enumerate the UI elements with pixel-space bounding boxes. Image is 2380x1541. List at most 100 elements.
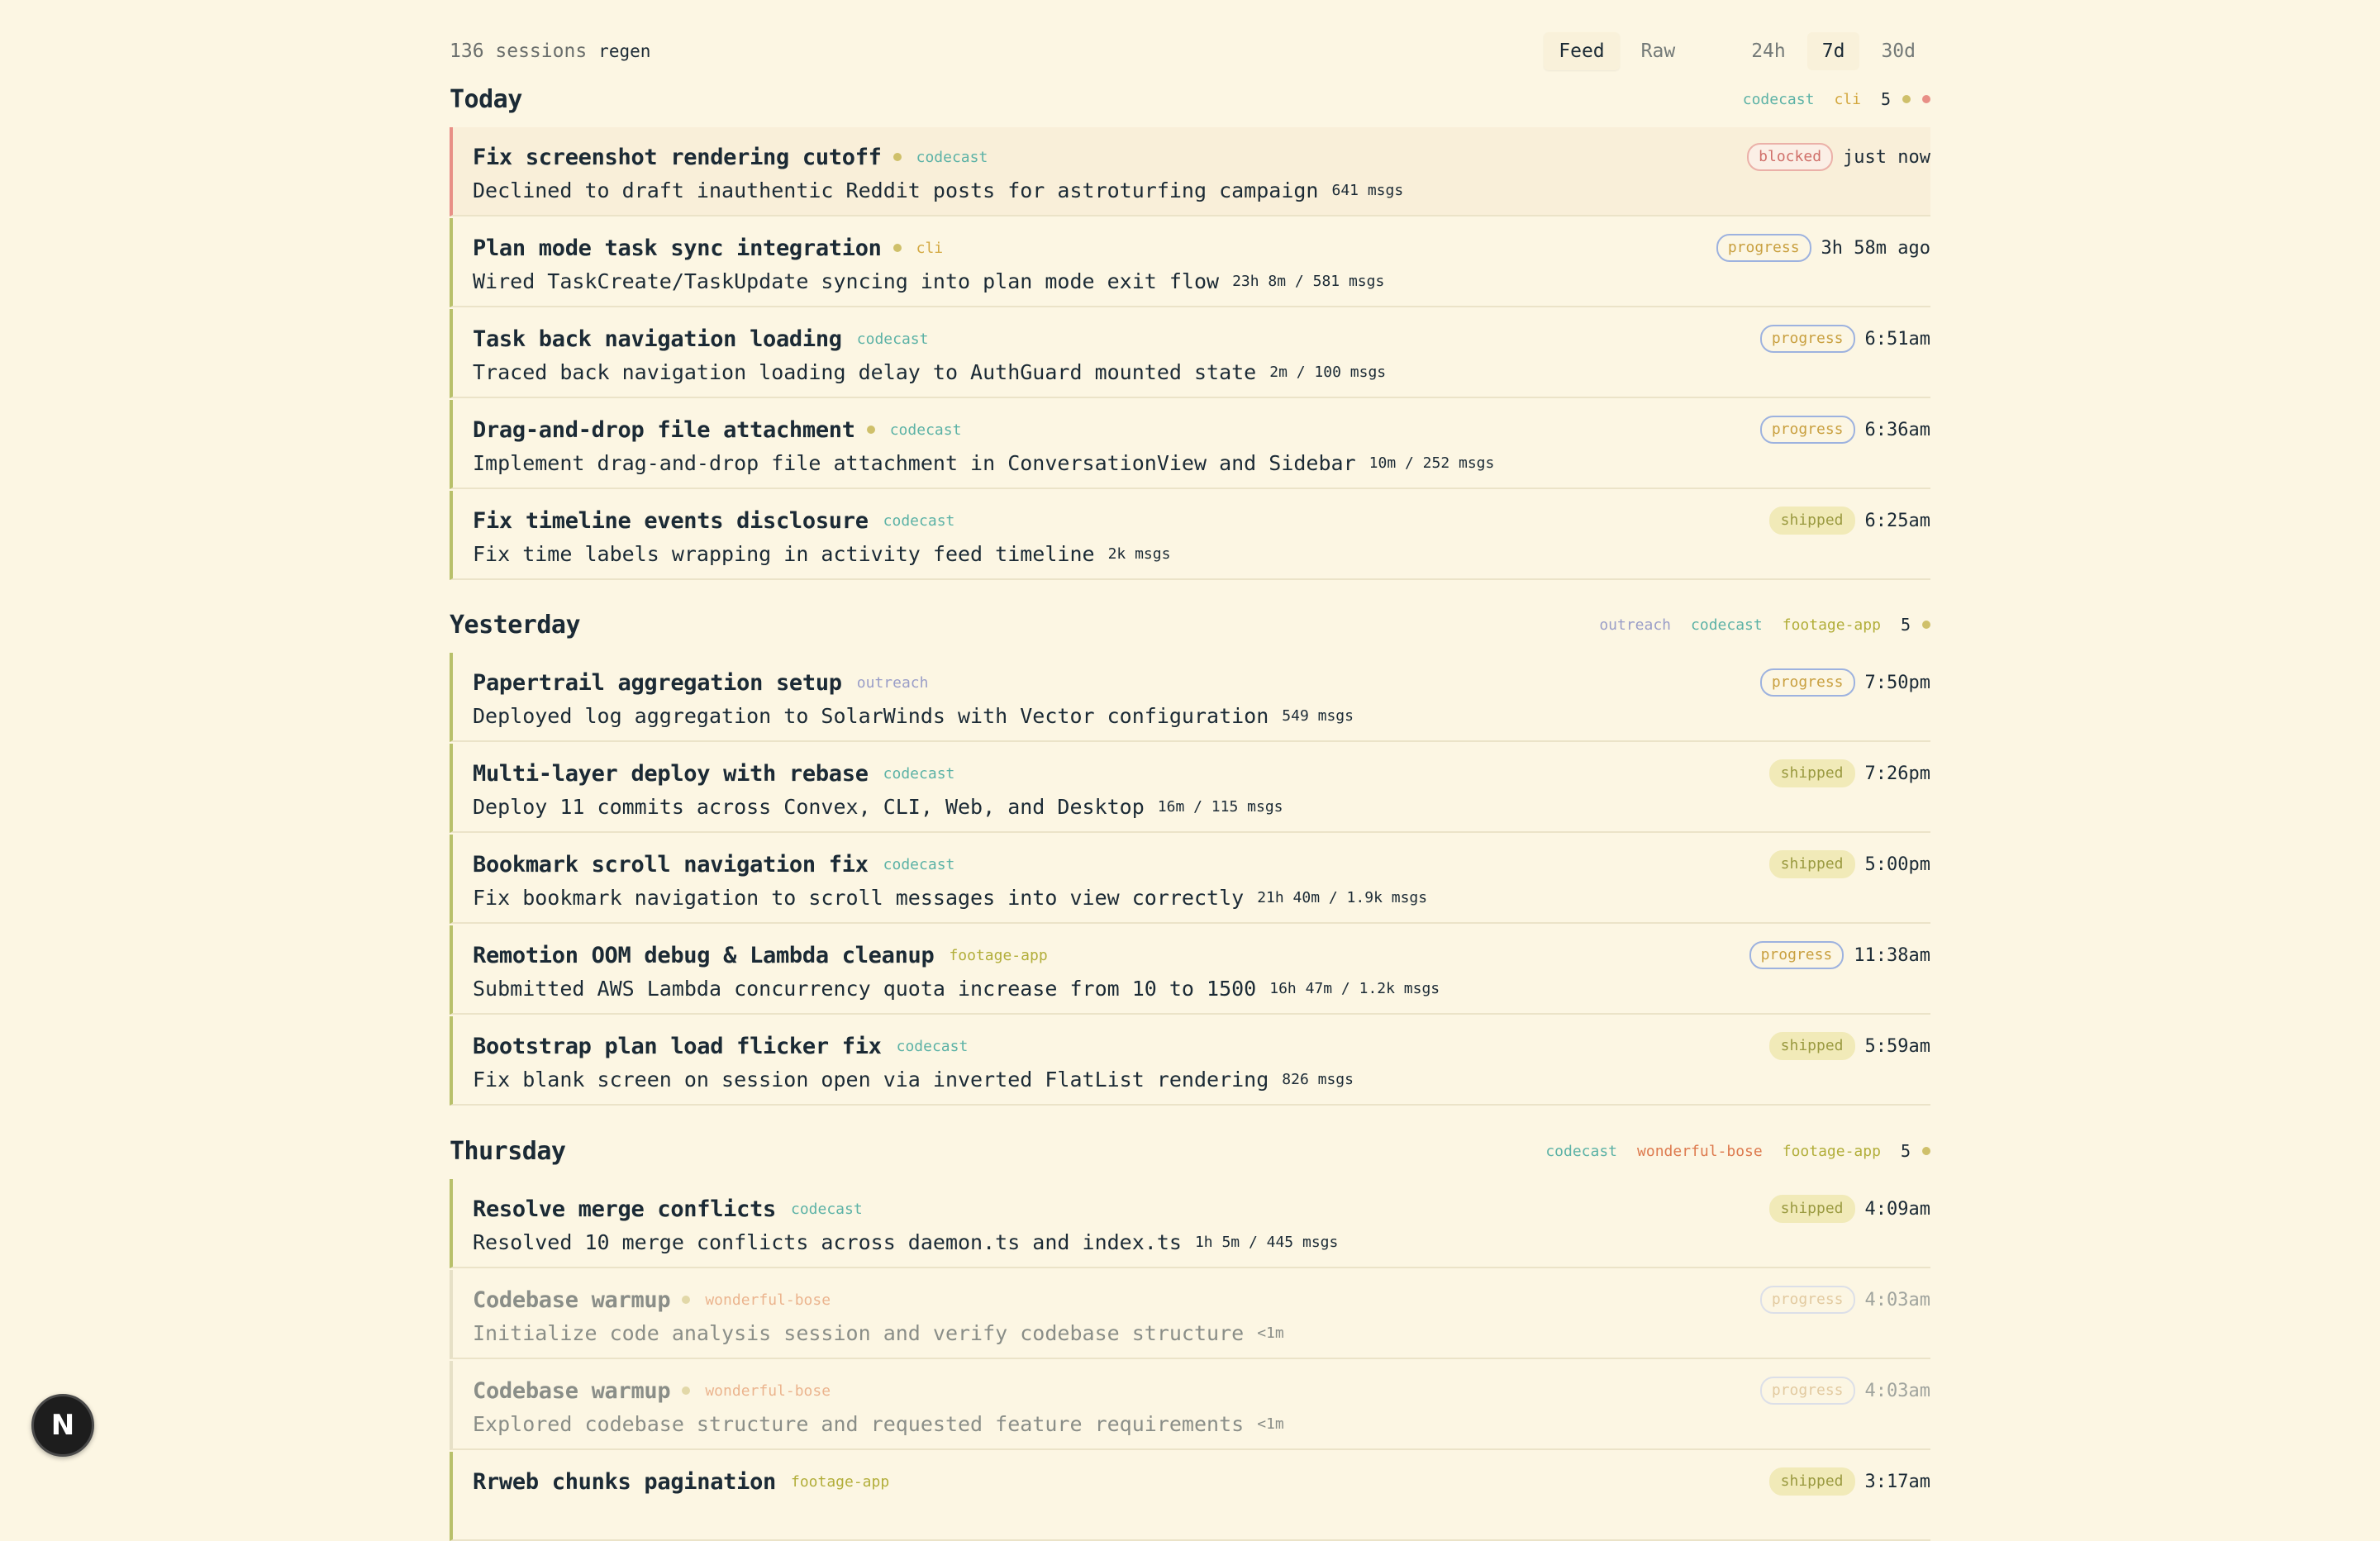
session-project-tag[interactable]: codecast bbox=[883, 856, 955, 873]
day-status-summary: 5 bbox=[1881, 89, 1930, 109]
session-header-line: Fix screenshot rendering cutoff codecast b… bbox=[473, 142, 1930, 172]
session-project-tag[interactable]: cli bbox=[916, 240, 944, 257]
day-project-tag[interactable]: codecast bbox=[1545, 1143, 1617, 1160]
status-badge: progress bbox=[1759, 668, 1855, 697]
session-project-tag[interactable]: codecast bbox=[916, 149, 988, 166]
status-badge: shipped bbox=[1768, 1467, 1855, 1496]
day-project-tag[interactable]: codecast bbox=[1691, 616, 1763, 634]
day-project-tag[interactable]: outreach bbox=[1599, 616, 1671, 634]
session-title[interactable]: Fix timeline events disclosure bbox=[473, 508, 869, 534]
session-time: 6:51am bbox=[1864, 328, 1930, 350]
session-summary: Implement drag-and-drop file attachment … bbox=[473, 450, 1356, 475]
regen-button[interactable]: regen bbox=[598, 41, 650, 61]
day-project-tag[interactable]: cli bbox=[1834, 91, 1861, 108]
session-project-tag[interactable]: codecast bbox=[883, 765, 955, 782]
session-summary-line: Wired TaskCreate/TaskUpdate syncing into… bbox=[473, 266, 1930, 296]
session-row[interactable]: Resolve merge conflicts codecast shipped 4:… bbox=[450, 1179, 1930, 1268]
session-title[interactable]: Resolve merge conflicts bbox=[473, 1196, 776, 1222]
range-30d[interactable]: 30d bbox=[1866, 32, 1930, 70]
session-row[interactable]: Fix timeline events disclosure codecast sh… bbox=[450, 491, 1930, 580]
session-title[interactable]: Bootstrap plan load flicker fix bbox=[473, 1034, 882, 1059]
range-24h[interactable]: 24h bbox=[1736, 32, 1801, 70]
session-project-tag[interactable]: codecast bbox=[897, 1038, 969, 1055]
feed-toolbar: 136 sessions regen Feed Raw 24h 7d 30d bbox=[450, 30, 1930, 73]
session-row[interactable]: Multi-layer deploy with rebase codecast sh… bbox=[450, 744, 1930, 833]
day-status-summary: 5 bbox=[1901, 1141, 1930, 1161]
day-session-count: 5 bbox=[1900, 615, 1911, 635]
session-project-tag[interactable]: codecast bbox=[883, 512, 955, 530]
session-row[interactable]: Task back navigation loading codecast prog… bbox=[450, 309, 1930, 398]
session-header-line: Codebase warmup wonderful-bose progress 4:0… bbox=[473, 1376, 1930, 1405]
nextjs-dev-button[interactable]: N bbox=[31, 1394, 94, 1457]
session-row[interactable]: Drag-and-drop file attachment codecast pro… bbox=[450, 400, 1930, 489]
session-title[interactable]: Codebase warmup bbox=[473, 1378, 671, 1404]
session-stats: 23h 8m / 581 msgs bbox=[1232, 272, 1385, 290]
session-title[interactable]: Task back navigation loading bbox=[473, 326, 842, 352]
session-summary: Declined to draft inauthentic Reddit pos… bbox=[473, 178, 1319, 202]
day-project-tag[interactable]: codecast bbox=[1743, 91, 1815, 108]
session-time: 7:26pm bbox=[1864, 763, 1930, 784]
session-project-tag[interactable]: footage-app bbox=[791, 1473, 889, 1491]
session-summary-line bbox=[473, 1500, 1930, 1529]
day-project-summary: codecast wonderful-bose footage-app 5 bbox=[1545, 1141, 1930, 1161]
tab-raw[interactable]: Raw bbox=[1626, 32, 1691, 70]
session-project-tag[interactable]: wonderful-bose bbox=[705, 1291, 831, 1309]
session-row[interactable]: Codebase warmup wonderful-bose progress 4:0… bbox=[450, 1361, 1930, 1450]
session-summary: Deploy 11 commits across Convex, CLI, We… bbox=[473, 794, 1145, 819]
day-header: Today codecast cli 5 bbox=[450, 81, 1930, 117]
session-stats: 16m / 115 msgs bbox=[1157, 797, 1283, 816]
session-header-line: Fix timeline events disclosure codecast sh… bbox=[473, 506, 1930, 535]
status-badge: blocked bbox=[1747, 143, 1834, 171]
session-row[interactable]: Fix screenshot rendering cutoff codecast b… bbox=[450, 127, 1930, 216]
session-row[interactable]: Bootstrap plan load flicker fix codecast s… bbox=[450, 1016, 1930, 1106]
session-row[interactable]: Bookmark scroll navigation fix codecast sh… bbox=[450, 835, 1930, 924]
day-project-tag[interactable]: footage-app bbox=[1783, 616, 1881, 634]
active-dot-icon bbox=[682, 1386, 691, 1395]
session-row[interactable]: Plan mode task sync integration cli progre… bbox=[450, 218, 1930, 307]
session-header-line: Plan mode task sync integration cli progre… bbox=[473, 233, 1930, 263]
session-stats: <1m bbox=[1257, 1324, 1284, 1342]
status-badge: progress bbox=[1716, 234, 1811, 262]
session-header-line: Task back navigation loading codecast prog… bbox=[473, 324, 1930, 354]
session-project-tag[interactable]: codecast bbox=[890, 421, 962, 439]
session-project-tag[interactable]: codecast bbox=[857, 331, 929, 348]
session-row[interactable]: Codebase warmup wonderful-bose progress 4:0… bbox=[450, 1270, 1930, 1359]
session-title[interactable]: Drag-and-drop file attachment bbox=[473, 417, 855, 443]
session-title[interactable]: Rrweb chunks pagination bbox=[473, 1469, 776, 1495]
range-7d[interactable]: 7d bbox=[1806, 32, 1860, 70]
day-project-tag[interactable]: wonderful-bose bbox=[1637, 1143, 1763, 1160]
session-summary-line: Fix time labels wrapping in activity fee… bbox=[473, 539, 1930, 568]
session-project-tag[interactable]: footage-app bbox=[949, 947, 1047, 964]
session-row[interactable]: Remotion OOM debug & Lambda cleanup foota… bbox=[450, 925, 1930, 1015]
session-time: 3:17am bbox=[1864, 1471, 1930, 1492]
session-stats: 16h 47m / 1.2k msgs bbox=[1269, 979, 1440, 997]
session-title[interactable]: Papertrail aggregation setup bbox=[473, 670, 842, 696]
session-meta: blocked just now bbox=[1747, 143, 1930, 171]
day-status-summary: 5 bbox=[1901, 615, 1930, 635]
session-title[interactable]: Remotion OOM debug & Lambda cleanup bbox=[473, 943, 935, 968]
tab-feed[interactable]: Feed bbox=[1544, 32, 1620, 70]
session-summary: Fix time labels wrapping in activity fee… bbox=[473, 541, 1095, 566]
session-project-tag[interactable]: wonderful-bose bbox=[705, 1382, 831, 1400]
session-header-line: Resolve merge conflicts codecast shipped 4:… bbox=[473, 1194, 1930, 1224]
session-title[interactable]: Codebase warmup bbox=[473, 1287, 671, 1313]
day-project-tag[interactable]: footage-app bbox=[1783, 1143, 1881, 1160]
session-title[interactable]: Bookmark scroll navigation fix bbox=[473, 852, 869, 878]
session-row[interactable]: Rrweb chunks pagination footage-app shippe… bbox=[450, 1452, 1930, 1541]
active-dot-icon bbox=[892, 153, 902, 161]
day-title: Yesterday bbox=[450, 610, 581, 640]
session-project-tag[interactable]: codecast bbox=[791, 1201, 863, 1218]
session-meta: shipped 6:25am bbox=[1768, 507, 1930, 535]
status-dot-icon bbox=[1922, 95, 1930, 103]
session-title[interactable]: Fix screenshot rendering cutoff bbox=[473, 145, 882, 170]
session-summary-line: Fix blank screen on session open via inv… bbox=[473, 1064, 1930, 1094]
day-title: Today bbox=[450, 84, 522, 114]
session-title[interactable]: Plan mode task sync integration bbox=[473, 235, 882, 261]
session-summary: Traced back navigation loading delay to … bbox=[473, 359, 1257, 384]
session-stats: 10m / 252 msgs bbox=[1368, 454, 1495, 472]
session-title[interactable]: Multi-layer deploy with rebase bbox=[473, 761, 869, 787]
status-badge: progress bbox=[1759, 325, 1855, 353]
session-row[interactable]: Papertrail aggregation setup outreach prog… bbox=[450, 653, 1930, 742]
session-project-tag[interactable]: outreach bbox=[857, 674, 929, 692]
day-project-summary: codecast cli 5 bbox=[1743, 89, 1930, 109]
